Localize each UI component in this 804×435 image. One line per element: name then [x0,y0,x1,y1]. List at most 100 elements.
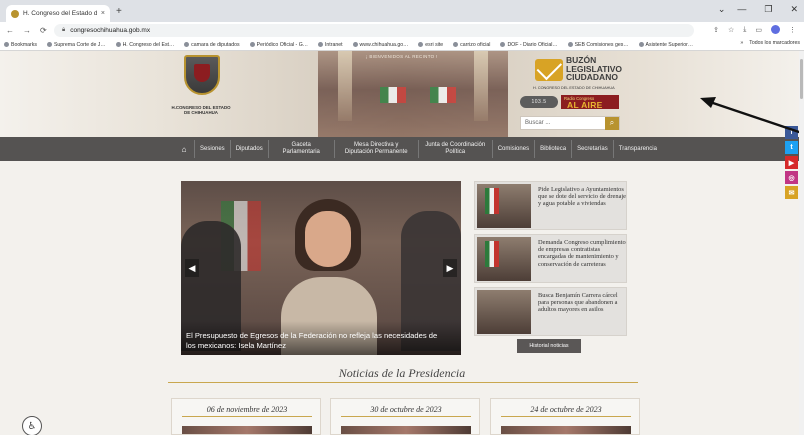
close-button[interactable]: ✕ [790,4,798,15]
profile-avatar[interactable] [771,25,780,34]
bookmark-icon [352,42,358,47]
presidency-card[interactable]: 30 de octubre de 2023 [330,398,480,435]
bookmark-item[interactable]: camara de diputados [184,41,240,48]
bookmark-label: SEB Comisiones ges… [574,41,629,48]
share-icon[interactable]: ⇪ [713,26,719,34]
restore-button[interactable]: ❐ [764,4,772,15]
radio-congreso-link[interactable]: 103.5 Radio Congreso AL AIRE [520,95,620,110]
nav-comisiones[interactable]: Comisiones [491,140,534,158]
menu-icon[interactable]: ⋮ [789,26,796,34]
search-icon[interactable]: ⌕ [605,116,619,130]
lamp-decoration [338,51,352,121]
bookmark-item[interactable]: Bookmarks [4,42,37,48]
nav-secretarias[interactable]: Secretarías [571,140,613,158]
nav-sesiones[interactable]: Sesiones [194,140,230,158]
forward-icon[interactable]: → [23,26,31,35]
nav-biblioteca[interactable]: Biblioteca [534,140,571,158]
new-tab-button[interactable]: + [116,6,122,17]
page-scrollbar[interactable] [799,51,804,435]
tab-title: H. Congreso del Estado de Chih [23,10,97,17]
url-text[interactable]: congresochihuahua.gob.mx [70,27,150,34]
bookmark-item[interactable]: SEB Comisiones ges… [567,41,629,48]
sidepanel-icon[interactable]: ▭ [755,26,762,34]
bookmark-item[interactable]: Asistente Superior… [638,41,694,48]
accessibility-icon[interactable]: ♿︎ [22,416,42,435]
presidency-card[interactable]: 24 de octubre de 2023 [490,398,640,435]
bookmark-label: Asistente Superior… [645,41,694,48]
coat-of-arms-icon [184,55,220,95]
presidency-card[interactable]: 06 de noviembre de 2023 [171,398,321,435]
bookmark-label: H. Congreso del Est… [122,41,175,48]
bookmark-icon [500,42,506,47]
bookmark-item[interactable]: DOF - Diario Oficial… [500,42,558,48]
bookmarks-bar: Bookmarks Suprema Corte de J… H. Congres… [0,39,804,51]
all-bookmarks[interactable]: » Todos los marcadores [740,40,800,46]
card-divider [501,416,631,417]
section-title: Noticias de la Presidencia [0,366,804,381]
news-item[interactable]: Pide Legislativo a Ayuntamientos que se … [474,181,627,230]
bookmark-item[interactable]: www.chihuahua.go… [352,41,409,48]
reload-icon[interactable]: ⟳ [40,26,47,35]
bookmark-icon [46,42,52,47]
news-headline[interactable]: Pide Legislativo a Ayuntamientos que se … [538,186,626,208]
site-logo[interactable]: H.CONGRESO DEL ESTADO DE CHIHUAHUA [170,51,232,117]
bookmark-icon [638,42,644,47]
logo-text: H.CONGRESO DEL ESTADO DE CHIHUAHUA [171,105,231,116]
star-icon[interactable]: ☆ [728,26,734,34]
twitter-icon[interactable]: t [785,141,798,154]
bookmark-item[interactable]: esri site [418,42,443,48]
buzon-legislativo-link[interactable]: BUZÓN LEGISLATIVO CIUDADANO H. CONGRESO … [531,53,623,93]
minimize-button[interactable]: — [737,4,746,15]
tab-search-icon[interactable]: ⌄ [718,4,726,15]
news-item[interactable]: Busca Benjamín Carrera cárcel para perso… [474,287,627,336]
home-icon[interactable]: ⌂ [174,145,194,154]
bookmark-icon [317,42,323,47]
nav-transparencia[interactable]: Transparencia [612,140,662,158]
search-box: Buscar ... ⌕ [520,116,620,130]
buzon-title: BUZÓN LEGISLATIVO CIUDADANO [566,55,623,83]
bookmark-icon [184,42,190,47]
slider-prev-button[interactable]: ◀ [185,259,199,277]
address-bar[interactable]: 🔒︎ congresochihuahua.gob.mx [54,24,694,37]
bookmark-icon [418,42,424,47]
news-thumbnail [477,184,531,228]
banner-caption: ¡ BIENVENIDOS AL RECINTO ! [366,54,438,59]
bookmark-label: www.chihuahua.go… [359,41,409,48]
all-bookmarks-label: Todos los marcadores [749,40,800,46]
nav-diputados[interactable]: Diputados [229,140,268,158]
flag-decoration [430,87,456,103]
youtube-icon[interactable]: ▶ [785,156,798,169]
news-item[interactable]: Demanda Congreso cumplimiento de empresa… [474,234,627,283]
bookmark-label: camara de diputados [191,41,240,48]
card-divider [341,416,471,417]
slider-caption[interactable]: El Presupuesto de Egresos de la Federaci… [186,331,446,350]
news-thumbnail [477,290,531,334]
news-headline[interactable]: Demanda Congreso cumplimiento de empresa… [538,239,626,268]
nav-mesa-directiva[interactable]: Mesa Directiva y Diputación Permanente [333,140,418,158]
featured-news-slider[interactable]: ◀ ▶ El Presupuesto de Egresos de la Fede… [181,181,461,355]
bookmark-item[interactable]: Periódico Oficial - G… [249,42,308,48]
nav-gaceta[interactable]: Gaceta Parlamentaria [267,140,334,158]
slider-next-button[interactable]: ▶ [443,259,457,277]
search-input[interactable]: Buscar ... [521,120,605,126]
nav-junta[interactable]: Junta de Coordinación Política [417,140,492,158]
bookmark-icon [115,42,121,47]
news-headline[interactable]: Busca Benjamín Carrera cárcel para perso… [538,292,626,314]
bookmark-item[interactable]: H. Congreso del Est… [115,41,175,48]
scrollbar-thumb[interactable] [800,59,803,99]
mail-icon[interactable]: ✉ [785,186,798,199]
historial-noticias-button[interactable]: Historial noticias [517,339,581,353]
back-icon[interactable]: ← [6,26,14,35]
card-date: 06 de noviembre de 2023 [206,405,288,414]
bookmark-item[interactable]: Suprema Corte de J… [46,42,106,48]
toolbar-icons: ⇪ ☆ ⤓ ▭ ⋮ [713,25,796,34]
download-icon[interactable]: ⤓ [743,26,746,34]
card-image [182,426,312,434]
tab-close-icon[interactable]: × [101,10,105,17]
browser-tab[interactable]: H. Congreso del Estado de Chih × [6,5,110,22]
bookmark-item[interactable]: Intranet [317,42,343,48]
instagram-icon[interactable]: ◎ [785,171,798,184]
social-links: f t ▶ ◎ ✉ [785,126,799,199]
buzon-subtitle: H. CONGRESO DEL ESTADO DE CHIHUAHUA [533,86,615,90]
bookmark-item[interactable]: carrizo oficial [453,42,490,48]
